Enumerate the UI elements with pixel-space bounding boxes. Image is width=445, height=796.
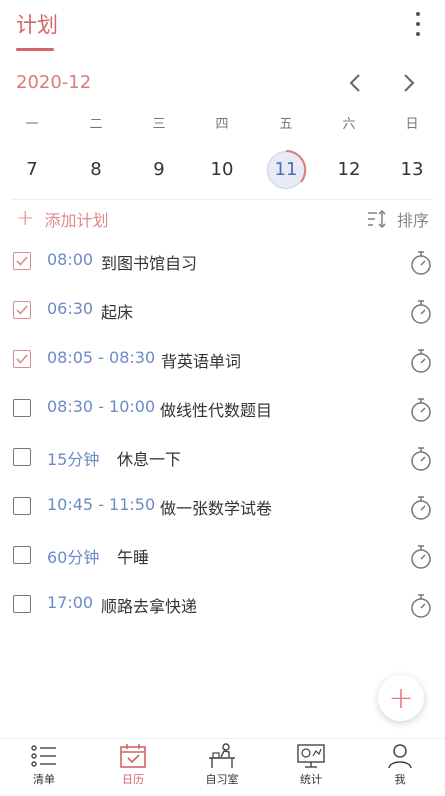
task-checkbox[interactable] — [13, 399, 31, 417]
task-row[interactable]: 08:05 - 08:30 背英语单词 — [0, 336, 445, 385]
chevron-left-icon[interactable] — [346, 72, 366, 94]
task-checkbox[interactable] — [13, 497, 31, 515]
weekday-label: 六 — [342, 117, 356, 132]
calendar-day[interactable]: 8 — [76, 150, 116, 190]
divider — [12, 199, 433, 200]
weekday-label: 二 — [89, 117, 103, 132]
task-row[interactable]: 17:00 顺路去拿快递 — [0, 581, 445, 630]
tab-profile[interactable]: 我 — [365, 743, 435, 787]
timer-icon[interactable] — [409, 495, 433, 521]
add-plan-label: 添加计划 — [44, 211, 109, 230]
task-time: 10:45 - 11:50 — [47, 495, 156, 514]
tab-label: 统计 — [300, 773, 322, 786]
task-row[interactable]: 06:30 起床 — [0, 287, 445, 336]
sort-icon — [367, 210, 386, 228]
study-room-icon — [209, 743, 235, 768]
chevron-right-icon[interactable] — [398, 72, 418, 94]
tab-study-room[interactable]: 自习室 — [187, 743, 257, 787]
title-underline — [16, 48, 54, 51]
task-title: 午睡 — [117, 548, 150, 567]
task-title: 休息一下 — [117, 450, 182, 469]
task-row[interactable]: 08:30 - 10:00 做线性代数题目 — [0, 385, 445, 434]
check-icon — [16, 354, 28, 364]
task-row[interactable]: 60分钟 午睡 — [0, 532, 445, 581]
calendar-day-selected[interactable]: 11 — [266, 149, 307, 190]
task-time: 60分钟 — [47, 548, 100, 567]
tab-label: 日历 — [122, 773, 144, 786]
weekday-label: 日 — [405, 117, 419, 132]
task-row[interactable]: 15分钟 休息一下 — [0, 434, 445, 483]
task-checkbox-checked[interactable] — [13, 301, 31, 319]
tab-statistics[interactable]: 统计 — [276, 743, 346, 787]
calendar-icon — [120, 744, 146, 768]
timer-icon[interactable] — [409, 397, 433, 423]
task-list: 08:00 到图书馆自习 06:30 起床 08:05 - 08:30 背英语单… — [0, 238, 445, 630]
task-time: 15分钟 — [47, 450, 100, 469]
timer-icon[interactable] — [409, 593, 433, 619]
list-icon — [31, 745, 56, 767]
tab-list[interactable]: 清单 — [9, 743, 79, 787]
timer-icon[interactable] — [409, 250, 433, 276]
task-checkbox-checked[interactable] — [13, 350, 31, 368]
task-time: 08:05 - 08:30 — [47, 348, 156, 367]
task-title: 顺路去拿快递 — [101, 597, 198, 616]
check-icon — [16, 256, 28, 266]
task-title: 做一张数学试卷 — [160, 499, 273, 518]
weekday-label: 五 — [279, 117, 293, 132]
task-time: 17:00 — [47, 593, 94, 612]
weekday-header: 一 二 三 四 五 六 日 — [0, 113, 445, 133]
profile-icon — [388, 744, 412, 769]
sort-label: 排序 — [396, 211, 429, 230]
plus-icon: + — [16, 206, 35, 231]
calendar-day[interactable]: 13 — [392, 150, 432, 190]
plus-icon: + — [388, 680, 414, 716]
task-time: 06:30 — [47, 299, 94, 318]
tab-calendar[interactable]: 日历 — [98, 743, 168, 787]
tab-label: 自习室 — [205, 773, 239, 786]
task-title: 背英语单词 — [161, 352, 242, 371]
weekday-label: 一 — [25, 117, 39, 132]
more-icon[interactable] — [413, 12, 423, 36]
timer-icon[interactable] — [409, 446, 433, 472]
calendar-day[interactable]: 7 — [12, 150, 52, 190]
task-row[interactable]: 08:00 到图书馆自习 — [0, 238, 445, 287]
task-title: 起床 — [101, 303, 134, 322]
task-checkbox-checked[interactable] — [13, 252, 31, 270]
add-floating-button[interactable]: + — [378, 675, 424, 721]
tab-label: 我 — [394, 773, 406, 786]
month-label: 2020-12 — [16, 72, 92, 93]
calendar-day[interactable]: 12 — [329, 150, 369, 190]
weekday-label: 三 — [152, 117, 166, 132]
task-checkbox[interactable] — [13, 595, 31, 613]
task-title: 到图书馆自习 — [101, 254, 198, 273]
task-title: 做线性代数题目 — [160, 401, 273, 420]
task-checkbox[interactable] — [13, 546, 31, 564]
timer-icon[interactable] — [409, 299, 433, 325]
timer-icon[interactable] — [409, 348, 433, 374]
task-time: 08:00 — [47, 250, 94, 269]
selected-day-number: 11 — [274, 159, 298, 180]
calendar-day[interactable]: 9 — [139, 150, 179, 190]
weekday-label: 四 — [215, 117, 229, 132]
calendar-day[interactable]: 10 — [202, 150, 242, 190]
page-title: 计划 — [16, 13, 58, 37]
task-checkbox[interactable] — [13, 448, 31, 466]
statistics-icon — [297, 744, 325, 768]
sort-button[interactable]: 排序 — [367, 206, 429, 232]
top-bar: 计划 — [0, 0, 445, 60]
bottom-nav: 清单 日历 自习室 统计 我 — [0, 738, 445, 796]
timer-icon[interactable] — [409, 544, 433, 570]
tab-label: 清单 — [33, 773, 55, 786]
task-time: 08:30 - 10:00 — [47, 397, 156, 416]
task-row[interactable]: 10:45 - 11:50 做一张数学试卷 — [0, 483, 445, 532]
week-days-row: 7 8 9 10 11 12 13 — [0, 149, 445, 192]
check-icon — [16, 305, 28, 315]
add-plan-button[interactable]: + 添加计划 — [16, 206, 108, 232]
